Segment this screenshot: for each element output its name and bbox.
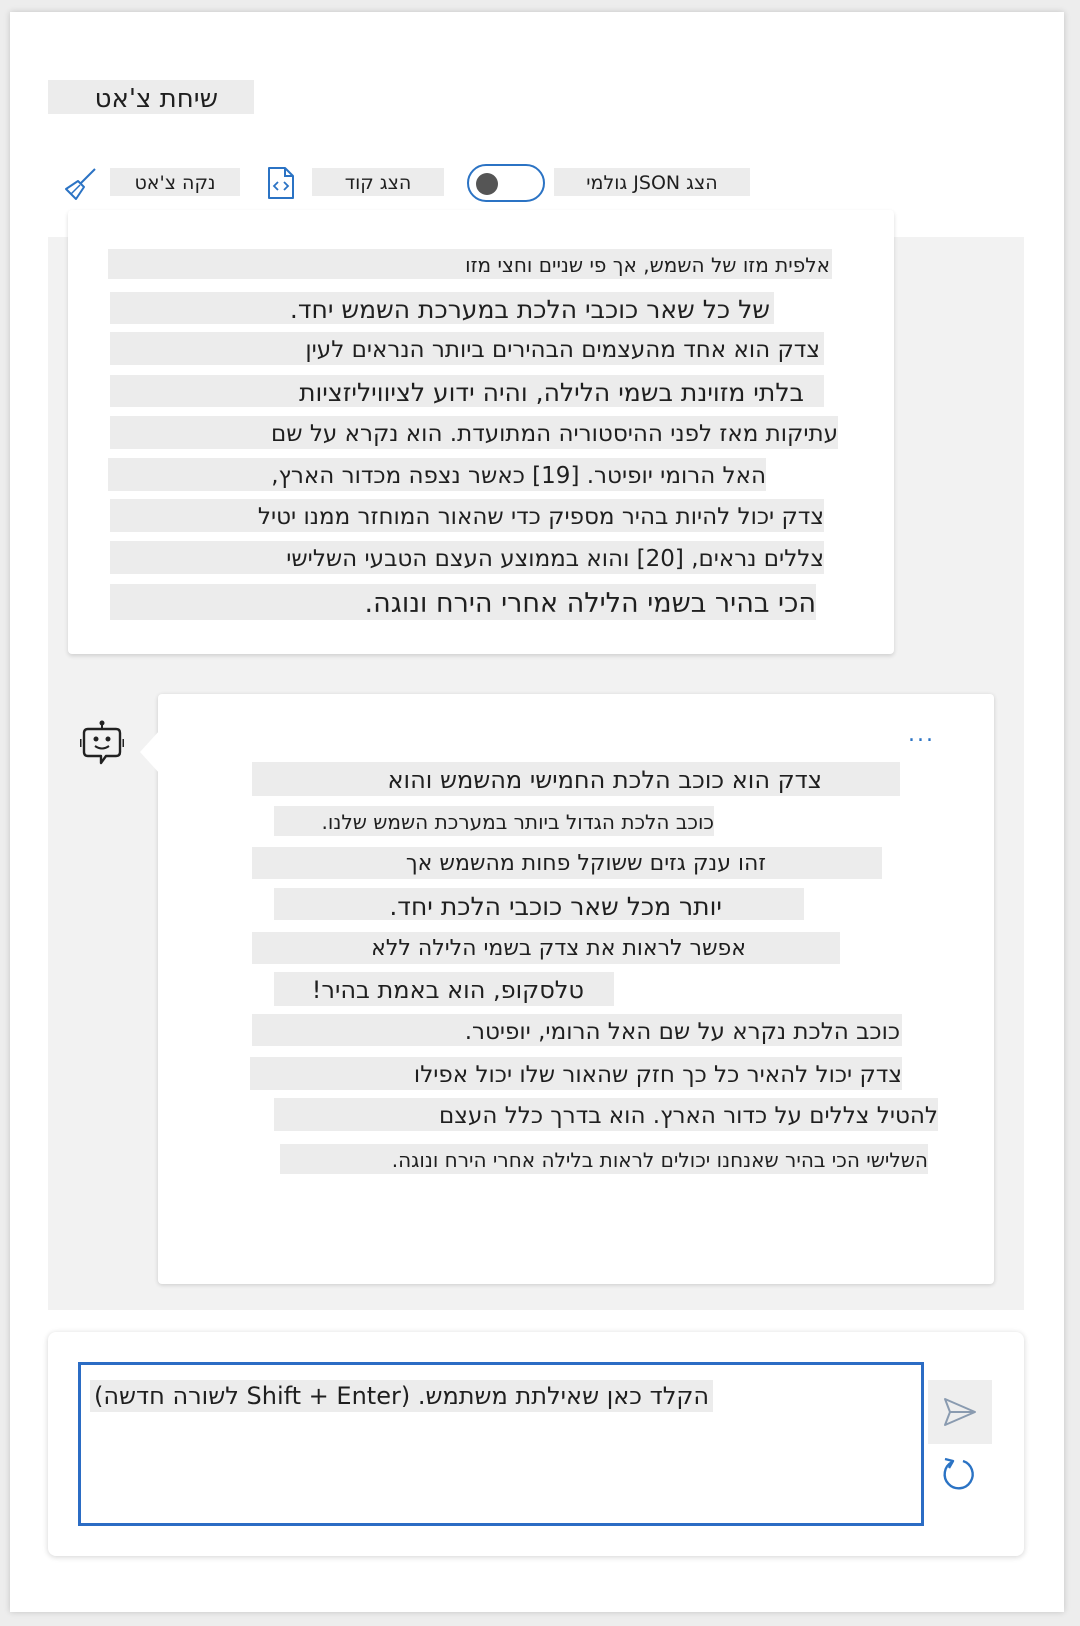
raw-json-label: הצג JSON גולמי <box>554 168 750 196</box>
assistant-line: כוכב הלכת נקרא על שם האל הרומי, יופיטר. <box>252 1014 902 1046</box>
assistant-line: צדק הוא כוכב הלכת החמישי מהשמש והוא <box>252 762 900 796</box>
clear-chat-button[interactable]: נקה צ'אט <box>110 168 240 196</box>
send-icon <box>942 1396 978 1428</box>
assistant-line: יותר מכל שאר כוכבי הלכת יחד. <box>274 888 804 921</box>
user-line: אלפית מזו של השמש, אך פי שניים וחצי מזו <box>108 249 832 279</box>
user-line: צדק יכול להיות בהיר מספיק כדי שהאור המוח… <box>110 499 824 532</box>
raw-json-toggle[interactable] <box>467 164 545 202</box>
assistant-line: כוכב הלכת הגדול ביותר במערכת השמש שלנו. <box>274 806 714 836</box>
regenerate-icon[interactable] <box>940 1456 976 1492</box>
user-line: בלתי מזוינת בשמי הלילה, והיה ידוע לציווי… <box>110 375 824 407</box>
user-line: של כל שאר כוכבי הלכת במערכת השמש יחד. <box>110 292 774 324</box>
assistant-line: אפשר לראות את צדק בשמי הלילה ללא <box>252 932 840 964</box>
more-options-button[interactable]: ... <box>908 722 935 747</box>
send-button[interactable] <box>928 1380 992 1444</box>
user-line: האל הרומי יופיטר. [19] כאשר נצפה מכדור ה… <box>108 458 766 491</box>
show-code-button[interactable]: הצג קוד <box>312 168 444 196</box>
assistant-line: זהו ענק גזים ששוקל פחות מהשמש אך <box>252 847 882 879</box>
input-placeholder: הקלד כאן שאילתת משתמש. (Shift + Enter לש… <box>90 1380 714 1412</box>
assistant-line: טלסקופ, הוא באמת בהיר! <box>274 972 614 1006</box>
page-title: שיחת צ'אט <box>48 80 254 114</box>
user-line: צדק הוא אחד מהעצמים הבהירים ביותר הנראים… <box>110 332 824 365</box>
bot-icon <box>78 720 126 770</box>
assistant-line: צדק יכול להאיר כל כך חזק שהאור שלו יכול … <box>250 1057 902 1090</box>
code-file-icon[interactable] <box>266 166 296 200</box>
user-line: הכי בהיר בשמי הלילה אחרי הירח ונוגה. <box>110 584 816 620</box>
assistant-bubble-tail <box>140 730 160 774</box>
broom-icon[interactable] <box>62 166 98 202</box>
assistant-line: להטיל צללים על כדור הארץ. הוא בדרך כלל ה… <box>274 1098 938 1131</box>
user-line: עתיקות מאז לפני ההיסטוריה המתועדת. הוא נ… <box>110 416 838 449</box>
toggle-knob <box>476 173 498 195</box>
user-line: צללים נראים, [20] והוא בממוצע העצם הטבעי… <box>110 541 824 574</box>
assistant-line: השלישי הכי בהיר שאנחנו יכולים לראות בליל… <box>280 1144 928 1174</box>
